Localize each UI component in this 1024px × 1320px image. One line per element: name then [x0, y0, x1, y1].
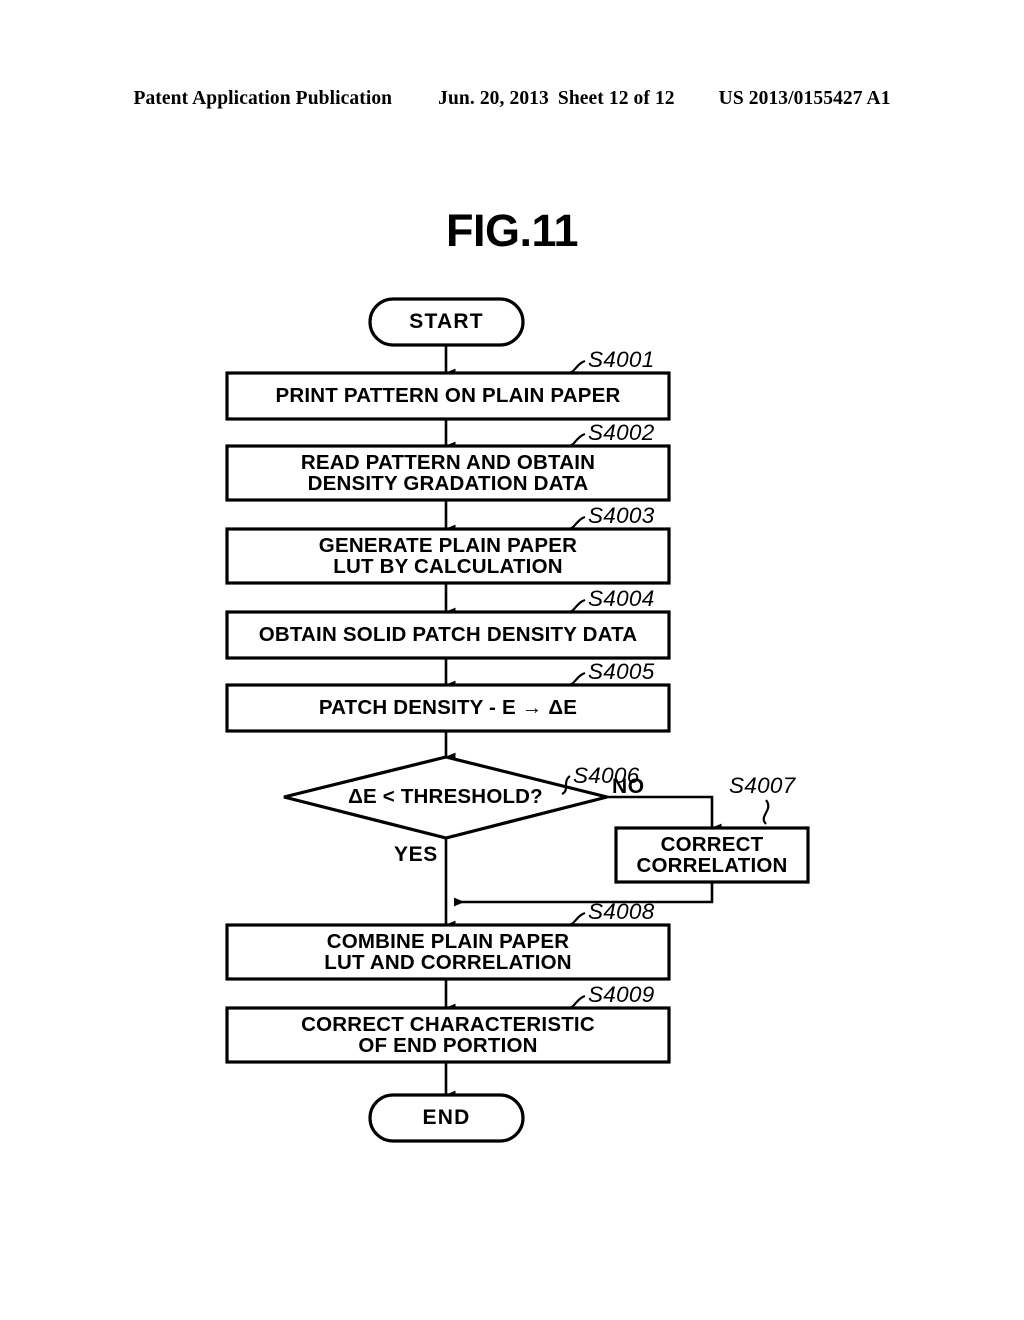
branch-label-yes: YES — [394, 843, 438, 866]
branch-label-no: NO — [612, 775, 645, 798]
process-box-s4007 — [614, 826, 810, 884]
process-box-s4002 — [225, 444, 671, 502]
step-ref-s4007: S4007 — [729, 773, 796, 798]
step-ref-s4002: S4002 — [588, 420, 655, 445]
process-box-s4004 — [225, 610, 671, 660]
process-box-s4009 — [225, 1006, 671, 1064]
leader-line-s4004 — [567, 598, 586, 614]
step-ref-s4009: S4009 — [588, 982, 655, 1007]
step-ref-s4005: S4005 — [588, 659, 655, 684]
leader-line-s4009 — [567, 994, 586, 1010]
leader-line-s4008 — [567, 911, 586, 927]
step-ref-s4001: S4001 — [588, 347, 655, 372]
process-box-s4001 — [225, 371, 671, 421]
step-ref-s4008: S4008 — [588, 899, 655, 924]
leader-line-s4007 — [762, 799, 770, 825]
process-box-s4008 — [225, 923, 671, 981]
start-terminator — [368, 297, 525, 347]
step-ref-s4003: S4003 — [588, 503, 655, 528]
step-ref-s4004: S4004 — [588, 586, 655, 611]
leader-line-s4002 — [567, 432, 586, 448]
leader-line-s4005 — [567, 671, 586, 687]
leader-line-s4001 — [567, 359, 586, 375]
flowchart-diagram — [225, 297, 810, 1143]
decision-diamond-s4006 — [283, 755, 608, 840]
leader-line-s4003 — [567, 515, 586, 531]
process-box-s4003 — [225, 527, 671, 585]
end-terminator — [368, 1093, 525, 1143]
connector-s4007-merge — [454, 882, 714, 907]
process-box-s4005 — [225, 683, 671, 733]
connector-no-branch — [607, 795, 722, 833]
